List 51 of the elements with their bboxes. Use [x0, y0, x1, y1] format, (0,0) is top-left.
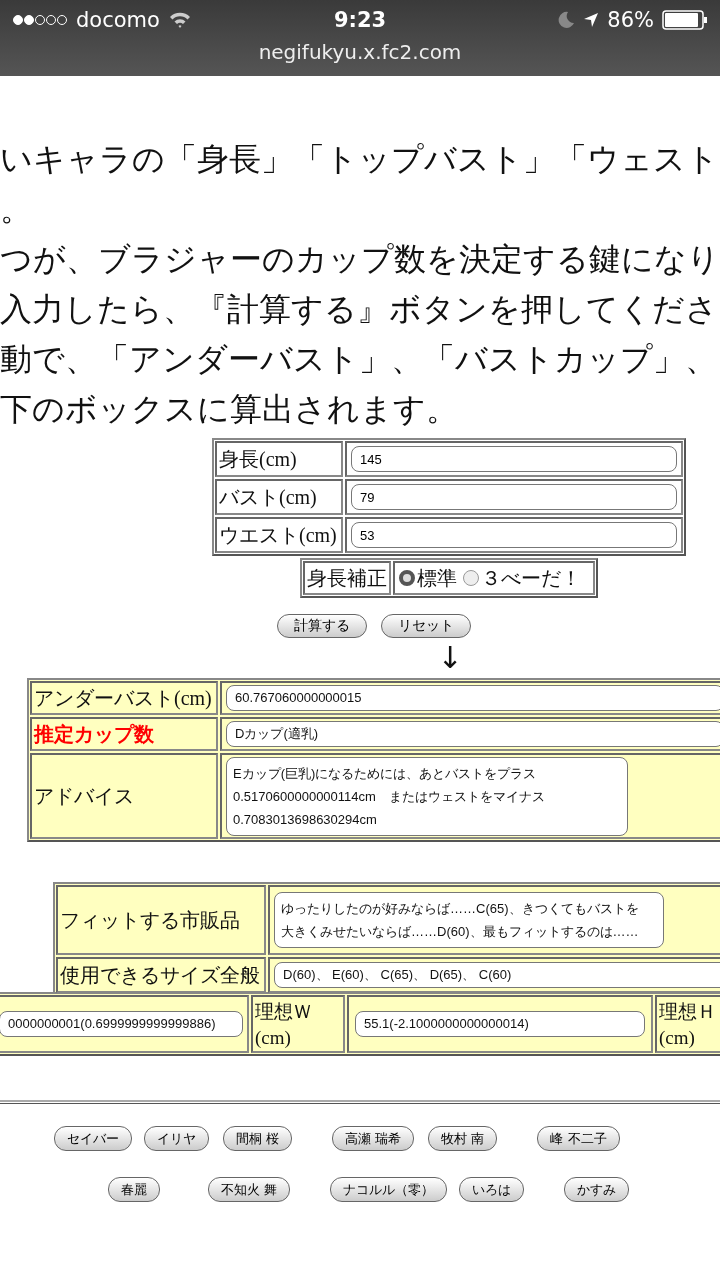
field-label: 身長(cm) [215, 441, 343, 477]
fit-box[interactable]: ゆったりしたのが好みならば……C(65)、きつくてもバストを 大きくみせたいならば……D(60)、最もフィットするのは…… [274, 892, 664, 948]
intro-text: 動で、「アンダーバスト」、「バストカップ」、 [0, 339, 718, 380]
input-field[interactable]: 53 [351, 522, 677, 548]
carrier-name: docomo [76, 8, 160, 32]
battery-icon [662, 10, 708, 30]
calculate-button[interactable]: 計算する [277, 614, 367, 638]
signal-icon [12, 14, 68, 26]
location-arrow-icon [583, 12, 600, 28]
result-field[interactable]: 0000000001(0.6999999999999886) [0, 1011, 243, 1037]
result-label: アドバイス [30, 753, 218, 839]
field-label: バスト(cm) [215, 479, 343, 515]
field-label: 身長補正 [303, 561, 391, 595]
down-arrow: ↓ [436, 639, 464, 677]
character-button[interactable]: いろは [459, 1177, 525, 1202]
character-button[interactable]: イリヤ [144, 1126, 209, 1151]
result-label: 使用できるサイズ全般 [56, 957, 266, 993]
battery-percent: 86% [607, 8, 654, 32]
radio-option[interactable]: 標準 [399, 564, 457, 592]
result-label: 理想Ｈ (cm) [658, 998, 716, 1050]
character-button[interactable]: ナコルル（零） [330, 1177, 448, 1202]
result-field[interactable]: D(60)、 E(60)、 C(65)、 D(65)、 C(60) [274, 962, 720, 988]
intro-text: 下のボックスに算出されます。 [0, 389, 459, 430]
character-button[interactable]: 峰 不二子 [537, 1126, 620, 1151]
character-button[interactable]: 牧村 南 [428, 1126, 498, 1151]
moon-icon [557, 11, 576, 29]
result-label: フィットする市販品 [56, 885, 266, 955]
input-field[interactable]: 79 [351, 484, 677, 510]
result-label: アンダーバスト(cm) [30, 681, 218, 715]
result-field[interactable]: Dカップ(適乳) [226, 721, 720, 747]
result-label: 推定カップ数 [30, 717, 218, 751]
character-button[interactable]: かすみ [564, 1177, 630, 1202]
result-field[interactable]: 60.767060000000015 [226, 685, 720, 711]
reset-button[interactable]: リセット [381, 614, 471, 638]
radio-option[interactable]: ３べーだ！ [463, 564, 581, 592]
clock: 9:23 [333, 8, 387, 32]
character-button[interactable]: 不知火 舞 [208, 1177, 291, 1202]
advice-box[interactable]: Eカップ(巨乳)になるためには、あとバストをプラス 0.5170600000000114cm またはウェストをマイナス 0.7083013698630294cm [226, 756, 628, 836]
intro-text: 入力したら、『計算する』ボタンを押してくださ [0, 289, 719, 330]
result-label: 理想Ｗ (cm) [254, 998, 312, 1050]
character-button[interactable]: 春麗 [108, 1177, 160, 1202]
intro-text: いキャラの「身長」「トップバスト」「ウェスト [0, 139, 720, 180]
character-button[interactable]: 間桐 桜 [223, 1126, 293, 1151]
input-field[interactable]: 145 [351, 446, 677, 472]
intro-text: 。 [0, 189, 33, 230]
page-address: negifukyu.x.fc2.com [257, 40, 463, 64]
field-label: ウエスト(cm) [215, 517, 343, 553]
result-field[interactable]: 55.1(-2.1000000000000014) [355, 1011, 645, 1037]
character-button[interactable]: セイバー [54, 1126, 132, 1151]
character-button[interactable]: 高瀬 瑞希 [332, 1126, 415, 1151]
intro-text: つが、ブラジャーのカップ数を決定する鍵になり [0, 239, 720, 280]
